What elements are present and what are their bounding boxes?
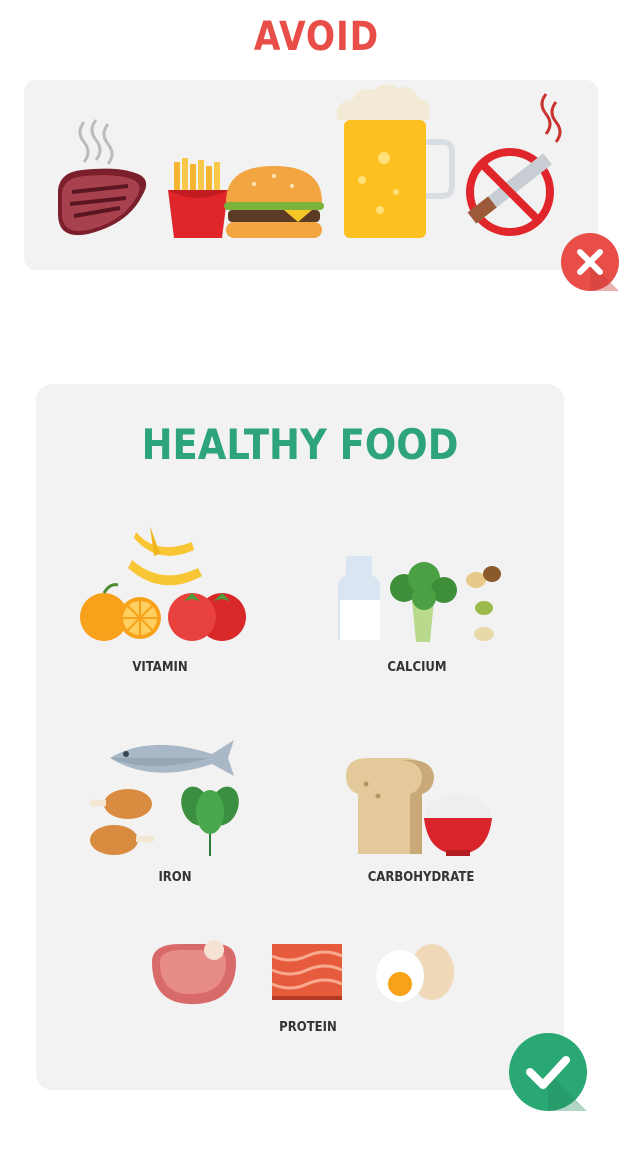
healthy-badge — [508, 1032, 588, 1112]
bread-icon — [346, 758, 434, 854]
rice-bowl-icon — [424, 794, 492, 856]
meat-icon — [152, 940, 236, 1005]
nuts-icon — [466, 566, 501, 641]
milk-bottle-icon — [338, 556, 380, 640]
salmon-icon — [271, 944, 343, 1000]
spinach-icon — [181, 786, 239, 856]
broccoli-icon — [390, 562, 457, 642]
chicken-leg-icon — [90, 789, 154, 855]
tomato-icon — [168, 593, 246, 641]
group-label-carbohydrate: CARBOHYDRATE — [367, 870, 475, 885]
group-label-iron: IRON — [158, 870, 192, 885]
group-label-calcium: CALCIUM — [387, 660, 447, 675]
fish-icon — [110, 740, 234, 776]
group-label-vitamin: VITAMIN — [132, 660, 188, 675]
egg-icon — [376, 944, 454, 1002]
orange-icon — [80, 583, 161, 641]
group-label-protein: PROTEIN — [279, 1020, 337, 1035]
banana-icon — [128, 526, 202, 586]
